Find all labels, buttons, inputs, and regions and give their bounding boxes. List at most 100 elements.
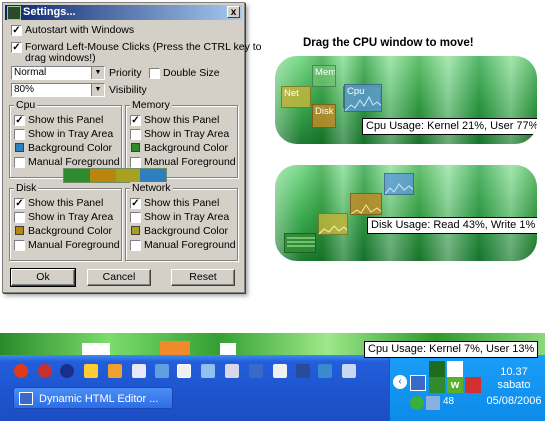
tray-monitor-icon[interactable] (410, 375, 426, 391)
visibility-label: Visibility (109, 84, 147, 96)
memory-tray-label: Show in Tray Area (144, 128, 230, 140)
visibility-select[interactable]: 80% ▼ (11, 83, 105, 97)
opera-icon[interactable] (14, 364, 28, 378)
window-title: Settings... (23, 6, 76, 18)
monitor-panel-2[interactable]: Disk Usage: Read 43%, Write 1% (275, 165, 537, 261)
clock-day[interactable]: sabato (484, 379, 544, 391)
app-icon-4[interactable] (84, 364, 98, 378)
cpu-show-panel-checkbox[interactable]: ✓ (14, 115, 25, 126)
msn-icon[interactable] (60, 364, 74, 378)
network-tray-checkbox[interactable] (130, 212, 141, 223)
net-tile: Net (281, 86, 311, 108)
tray-app-icon[interactable] (429, 377, 445, 393)
net-graph-2 (319, 225, 347, 234)
memory-fg-checkbox[interactable] (130, 157, 141, 168)
forward-clicks-checkbox[interactable]: ✓ (11, 42, 22, 53)
cpu-tile: Cpu (344, 84, 382, 112)
mem-tile-2 (284, 233, 316, 253)
cpu-tray-checkbox[interactable] (14, 129, 25, 140)
app-icon-5[interactable] (108, 364, 122, 378)
memory-color-swatch[interactable] (131, 143, 140, 152)
desktop-panel-orange (160, 341, 190, 355)
search-icon[interactable] (177, 364, 191, 378)
tray-cpu-graph-icon[interactable] (429, 361, 445, 377)
disk-tile-2 (350, 193, 382, 215)
double-size-checkbox[interactable] (149, 68, 160, 79)
app-icon-2[interactable] (38, 364, 52, 378)
network-show-panel-checkbox[interactable]: ✓ (130, 198, 141, 209)
double-size-label: Double Size (163, 67, 220, 79)
magnifier-icon[interactable] (201, 364, 215, 378)
disk-tray-label: Show in Tray Area (28, 211, 114, 223)
disk-show-panel-checkbox[interactable]: ✓ (14, 198, 25, 209)
ok-button[interactable]: Ok (10, 268, 76, 287)
cancel-button[interactable]: Cancel (87, 269, 151, 286)
tray-cpu-graph-icon-2[interactable] (447, 361, 463, 377)
disk-group: Disk ✓ Show this Panel Show in Tray Area… (9, 182, 122, 261)
window-icon[interactable] (273, 364, 287, 378)
task-button[interactable]: Dynamic HTML Editor ... (13, 387, 173, 409)
cpu-graph (345, 95, 381, 111)
cpu-graph-2 (385, 183, 413, 194)
mem-tile: Mem (312, 65, 336, 87)
network-bg-label: Background Color (144, 225, 229, 237)
dropdown-arrow-icon[interactable]: ▼ (91, 84, 104, 96)
cpu-bg-label: Background Color (28, 142, 113, 154)
disk-fg-label: Manual Foreground (28, 239, 120, 251)
tray-chevron-icon[interactable]: ‹ (393, 375, 407, 389)
priority-select[interactable]: Normal ▼ (11, 66, 105, 80)
disk-bg-label: Background Color (28, 225, 113, 237)
cpu-fg-label: Manual Foreground (28, 156, 120, 168)
clock-date[interactable]: 05/08/2006 (484, 395, 544, 407)
cpu-fg-checkbox[interactable] (14, 157, 25, 168)
forward-clicks-label-2: drag windows!) (25, 52, 96, 64)
title-bar[interactable]: Settings... x (5, 5, 242, 20)
app-icon-7[interactable] (155, 364, 169, 378)
cpu-show-panel-label: Show this Panel (28, 114, 104, 126)
monitor-panel-1[interactable]: Mem Net Cpu Disk Cpu Usage: Kernel 21%, … (275, 56, 537, 144)
headline: Drag the CPU window to move! (303, 37, 474, 49)
disk-color-swatch[interactable] (15, 226, 24, 235)
memory-show-panel-checkbox[interactable]: ✓ (130, 115, 141, 126)
app-icon-10[interactable] (225, 364, 239, 378)
cpu-color-swatch[interactable] (15, 143, 24, 152)
disk-fg-checkbox[interactable] (14, 240, 25, 251)
settings-window: Settings... x ✓ Autostart with Windows ✓… (2, 2, 262, 293)
memory-tray-checkbox[interactable] (130, 129, 141, 140)
tray-w-icon[interactable]: w (447, 377, 463, 393)
panel-preview-strip (63, 168, 167, 183)
app-icon (7, 6, 21, 20)
network-color-swatch[interactable] (131, 226, 140, 235)
tray-network-icon[interactable] (410, 396, 424, 410)
task-button-label: Dynamic HTML Editor ... (39, 393, 159, 405)
disk-graph-2 (351, 204, 381, 214)
disk-tile-label: Disk (315, 106, 334, 117)
app-icon-15[interactable] (342, 364, 356, 378)
memory-fg-label: Manual Foreground (144, 156, 236, 168)
dropdown-arrow-icon[interactable]: ▼ (91, 67, 104, 79)
reset-button[interactable]: Reset (171, 269, 235, 286)
disk-tile: Disk (312, 104, 336, 128)
autostart-checkbox[interactable]: ✓ (11, 25, 22, 36)
autostart-label: Autostart with Windows (25, 24, 135, 36)
tray-number: 48 (443, 396, 455, 407)
close-button[interactable]: x (227, 6, 240, 18)
clock-time[interactable]: 10.37 (484, 366, 544, 378)
memory-bg-label: Background Color (144, 142, 229, 154)
app-icon-11[interactable] (249, 364, 263, 378)
tray-chart-icon[interactable] (465, 377, 481, 393)
cpu-tooltip: Cpu Usage: Kernel 21%, User 77% (362, 118, 537, 135)
visibility-value: 80% (14, 84, 35, 95)
network-group-title: Network (130, 182, 173, 194)
desktop-panel-white (82, 343, 110, 355)
app-icon-13[interactable] (296, 364, 310, 378)
cpu-tile-2 (384, 173, 414, 195)
cpu-tray-label: Show in Tray Area (28, 128, 114, 140)
disk-tray-checkbox[interactable] (14, 212, 25, 223)
preview-mem (116, 169, 140, 182)
document-icon[interactable] (132, 364, 146, 378)
network-group: Network ✓ Show this Panel Show in Tray A… (125, 182, 238, 261)
arrows-icon[interactable] (318, 364, 332, 378)
tray-computer-icon[interactable] (426, 396, 440, 410)
network-fg-checkbox[interactable] (130, 240, 141, 251)
